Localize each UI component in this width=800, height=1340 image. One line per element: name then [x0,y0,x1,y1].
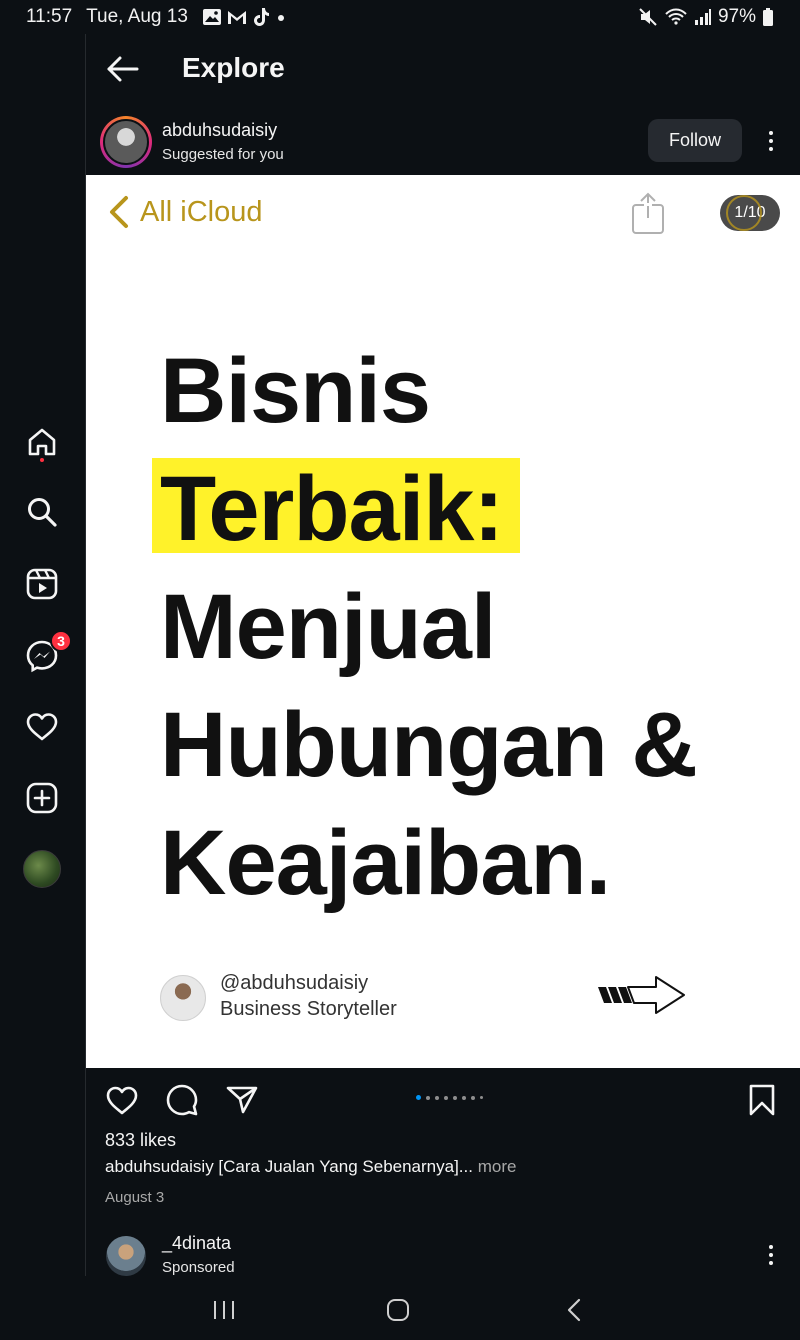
post-suggested-label: Suggested for you [162,146,284,163]
tiktok-icon [252,7,270,27]
headline-line-3: Menjual [160,576,496,678]
post-date: August 3 [105,1189,165,1206]
notification-icons [202,7,288,27]
story-ring[interactable] [100,116,152,168]
next-post-username[interactable]: _4dinata [162,1233,231,1254]
chevron-left-icon [110,196,128,228]
dot [769,131,773,135]
notifications-button[interactable] [22,707,62,747]
profile-button[interactable] [22,849,62,889]
dot [769,1245,773,1249]
post-image[interactable]: All iCloud 1/10 Bisnis Terbaik: Menjual … [86,175,800,1068]
caption-username[interactable]: abduhsudaisiy [105,1157,214,1176]
system-nav-bar [0,1280,800,1340]
messages-button[interactable]: 3 [22,630,72,676]
caption-more-link[interactable]: more [473,1157,517,1176]
system-back-button[interactable] [554,1294,594,1326]
next-post-avatar[interactable] [106,1236,146,1276]
gallery-icon [202,8,222,26]
chevron-left-icon [567,1298,581,1322]
follow-button[interactable]: Follow [648,119,742,162]
carousel-dot [435,1095,439,1100]
home-notification-dot [40,458,44,462]
dot [769,1261,773,1265]
home-button[interactable] [22,422,62,462]
swipe-arrow-icon [594,973,690,1022]
battery-icon [762,7,774,27]
post-caption[interactable]: abduhsudaisiy [Cara Jualan Yang Sebenarn… [105,1157,516,1177]
heart-icon [26,713,58,741]
profile-avatar [23,850,61,888]
left-nav-rail: 3 [0,34,86,1276]
carousel-dot [453,1095,457,1100]
comment-icon [166,1084,198,1116]
headline-line-2: Terbaik: [160,458,504,560]
carousel-dot [426,1095,430,1100]
post-actions [86,1068,800,1132]
comment-button[interactable] [164,1082,200,1118]
mute-icon [638,7,658,27]
home-circle-icon [387,1299,409,1321]
wifi-icon [664,7,688,27]
status-date: Tue, Aug 13 [86,6,188,27]
caption-text: [Cara Jualan Yang Sebenarnya]... [213,1157,473,1176]
icloud-label: All iCloud [140,195,263,228]
share-button[interactable] [224,1082,260,1118]
status-time: 11:57 [26,6,73,27]
home-icon [28,428,56,456]
arrow-left-icon [107,56,139,82]
post-author-avatar [103,119,149,165]
post-header: abduhsudaisiy Suggested for you Follow [86,110,800,174]
signal-icon [694,8,712,26]
carousel-dot [444,1095,448,1100]
next-post-options-button[interactable] [761,1240,781,1270]
status-bar: 11:57 Tue, Aug 13 97% [0,0,800,34]
heart-icon [106,1086,138,1115]
like-button[interactable] [104,1082,140,1118]
back-button[interactable] [106,54,146,86]
headline-line-4: Hubungan & [160,694,698,796]
reels-icon [26,568,58,600]
headline-line-1: Bisnis [160,340,431,442]
carousel-dot-active [416,1095,421,1100]
search-button[interactable] [22,492,62,532]
recent-apps-button[interactable] [204,1294,244,1326]
page-title: Explore [182,52,285,83]
headline-line-5: Keajaiban. [160,812,611,914]
battery-percent: 97% [717,6,756,27]
counter-ring [726,195,762,231]
icloud-back-button: All iCloud [108,195,263,229]
likes-count[interactable]: 833 likes [105,1130,176,1151]
carousel-dot [462,1095,466,1100]
dot [769,147,773,151]
dot [769,1253,773,1257]
page-header: Explore [86,34,800,106]
post-username[interactable]: abduhsudaisiy [162,120,277,141]
gmail-icon [226,8,248,26]
home-system-button[interactable] [378,1294,418,1326]
bookmark-icon [749,1084,775,1116]
carousel-dot [480,1096,483,1099]
slide-author-avatar [160,975,206,1021]
slide-author-handle: @abduhsudaisiy [220,972,369,994]
messages-badge: 3 [50,630,72,652]
create-button[interactable] [22,778,62,818]
reels-button[interactable] [22,564,62,604]
share-icon [630,191,666,240]
send-icon [226,1086,258,1114]
carousel-dot [471,1095,475,1100]
dot [769,139,773,143]
sponsored-label: Sponsored [162,1259,235,1276]
save-button[interactable] [744,1082,780,1118]
slide-author-role: Business Storyteller [220,998,397,1020]
post-options-button[interactable] [761,126,781,156]
carousel-indicator [416,1095,483,1100]
more-notifications-dot-icon [274,8,288,26]
plus-square-icon [26,782,58,814]
recents-icon [214,1301,234,1319]
search-icon [28,498,57,527]
